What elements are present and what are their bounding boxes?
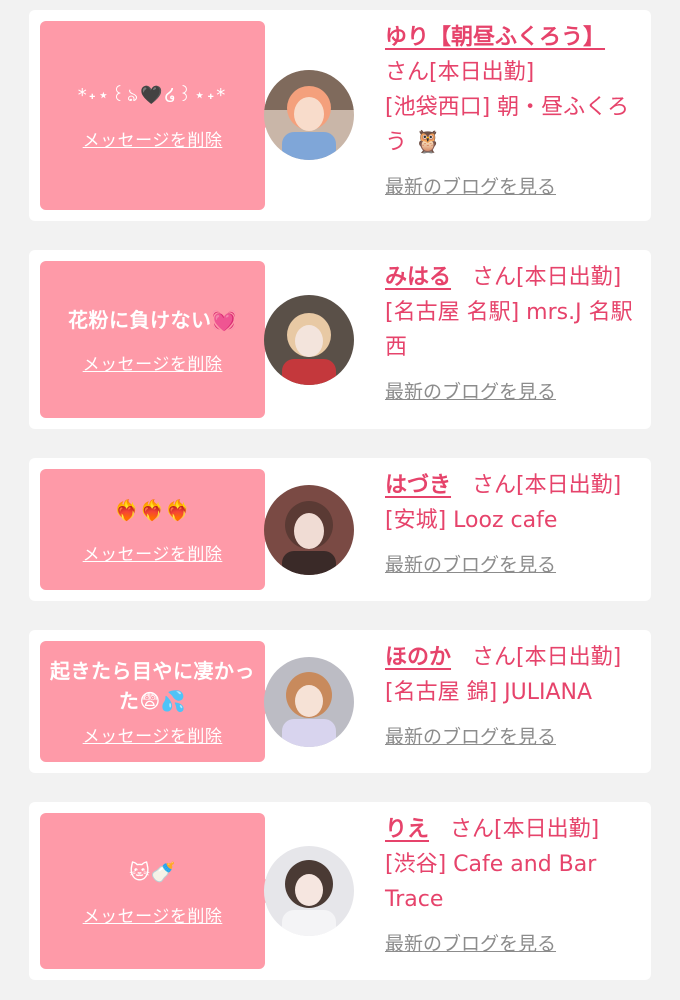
avatar[interactable] bbox=[264, 485, 354, 575]
cast-info: はづき さん[本日出勤] [安城] Looz cafe 最新のブログを見る bbox=[385, 468, 637, 583]
avatar[interactable] bbox=[264, 295, 354, 385]
work-status: [本日出勤] bbox=[516, 645, 622, 670]
honorific: さん bbox=[472, 645, 517, 670]
message-bubble: 花粉に負けない💓 メッセージを削除 bbox=[40, 261, 277, 418]
cast-info: みはる さん[本日出勤] [名古屋 名駅] mrs.J 名駅西 最新のブログを見… bbox=[385, 260, 637, 410]
honorific: さん bbox=[472, 265, 517, 290]
delete-message-link[interactable]: メッセージを削除 bbox=[83, 722, 223, 747]
work-status: [本日出勤] bbox=[494, 817, 600, 842]
cast-name-link[interactable]: みはる bbox=[385, 265, 451, 290]
message-card: 花粉に負けない💓 メッセージを削除 みはる さん[本日出勤] [名古屋 名駅] … bbox=[29, 250, 651, 429]
honorific: さん bbox=[450, 817, 495, 842]
cast-name-link[interactable]: ほのか bbox=[385, 645, 451, 670]
message-bubble: 🐱🍼 メッセージを削除 bbox=[40, 813, 277, 969]
message-text: *˖⋆꒰ঌ🖤໒꒱⋆˖* bbox=[77, 85, 228, 106]
message-text: ❤️‍🔥❤️‍🔥❤️‍🔥 bbox=[114, 498, 191, 522]
latest-blog-link[interactable]: 最新のブログを見る bbox=[385, 720, 556, 755]
message-card: 🐱🍼 メッセージを削除 りえ さん[本日出勤] [渋谷] Cafe and Ba… bbox=[29, 802, 651, 980]
latest-blog-link[interactable]: 最新のブログを見る bbox=[385, 375, 556, 410]
work-status: [本日出勤] bbox=[516, 265, 622, 290]
cast-name-link[interactable]: はづき bbox=[385, 473, 451, 498]
avatar[interactable] bbox=[264, 657, 354, 747]
message-bubble: ❤️‍🔥❤️‍🔥❤️‍🔥 メッセージを削除 bbox=[40, 469, 277, 590]
cast-info: りえ さん[本日出勤] [渋谷] Cafe and Bar Trace 最新のブ… bbox=[385, 812, 637, 962]
message-card: *˖⋆꒰ঌ🖤໒꒱⋆˖* メッセージを削除 ゆり【朝昼ふくろう】 さん[本日出勤]… bbox=[29, 10, 651, 221]
cast-info: ゆり【朝昼ふくろう】 さん[本日出勤] [池袋西口] 朝・昼ふくろう 🦉 最新の… bbox=[385, 20, 637, 205]
cast-name-link[interactable]: りえ bbox=[385, 817, 429, 842]
delete-message-link[interactable]: メッセージを削除 bbox=[83, 902, 223, 927]
honorific: さん bbox=[385, 60, 430, 85]
message-text: 起きたら目やに凄かった😨💦 bbox=[50, 659, 255, 713]
work-status: [本日出勤] bbox=[516, 473, 622, 498]
message-text: 🐱🍼 bbox=[129, 859, 176, 884]
message-text: 花粉に負けない💓 bbox=[68, 308, 237, 332]
shop-name: [安城] Looz cafe bbox=[385, 508, 558, 533]
message-card-list: *˖⋆꒰ঌ🖤໒꒱⋆˖* メッセージを削除 ゆり【朝昼ふくろう】 さん[本日出勤]… bbox=[0, 0, 680, 1000]
shop-name: [渋谷] Cafe and Bar Trace bbox=[385, 852, 597, 912]
shop-name: [名古屋 名駅] mrs.J 名駅西 bbox=[385, 300, 633, 360]
avatar[interactable] bbox=[264, 70, 354, 160]
latest-blog-link[interactable]: 最新のブログを見る bbox=[385, 170, 556, 205]
message-bubble: 起きたら目やに凄かった😨💦 メッセージを削除 bbox=[40, 641, 277, 762]
work-status: [本日出勤] bbox=[429, 60, 535, 85]
avatar[interactable] bbox=[264, 846, 354, 936]
shop-name: [池袋西口] 朝・昼ふくろう 🦉 bbox=[385, 95, 630, 155]
delete-message-link[interactable]: メッセージを削除 bbox=[83, 126, 223, 151]
message-card: 起きたら目やに凄かった😨💦 メッセージを削除 ほのか さん[本日出勤] [名古屋… bbox=[29, 630, 651, 773]
cast-name-link[interactable]: ゆり【朝昼ふくろう】 bbox=[385, 25, 605, 50]
cast-info: ほのか さん[本日出勤] [名古屋 錦] JULIANA 最新のブログを見る bbox=[385, 640, 637, 755]
shop-name: [名古屋 錦] JULIANA bbox=[385, 680, 593, 705]
latest-blog-link[interactable]: 最新のブログを見る bbox=[385, 927, 556, 962]
delete-message-link[interactable]: メッセージを削除 bbox=[83, 350, 223, 375]
honorific: さん bbox=[472, 473, 517, 498]
latest-blog-link[interactable]: 最新のブログを見る bbox=[385, 548, 556, 583]
message-card: ❤️‍🔥❤️‍🔥❤️‍🔥 メッセージを削除 はづき さん[本日出勤] [安城] … bbox=[29, 458, 651, 601]
delete-message-link[interactable]: メッセージを削除 bbox=[83, 540, 223, 565]
message-bubble: *˖⋆꒰ঌ🖤໒꒱⋆˖* メッセージを削除 bbox=[40, 21, 277, 210]
